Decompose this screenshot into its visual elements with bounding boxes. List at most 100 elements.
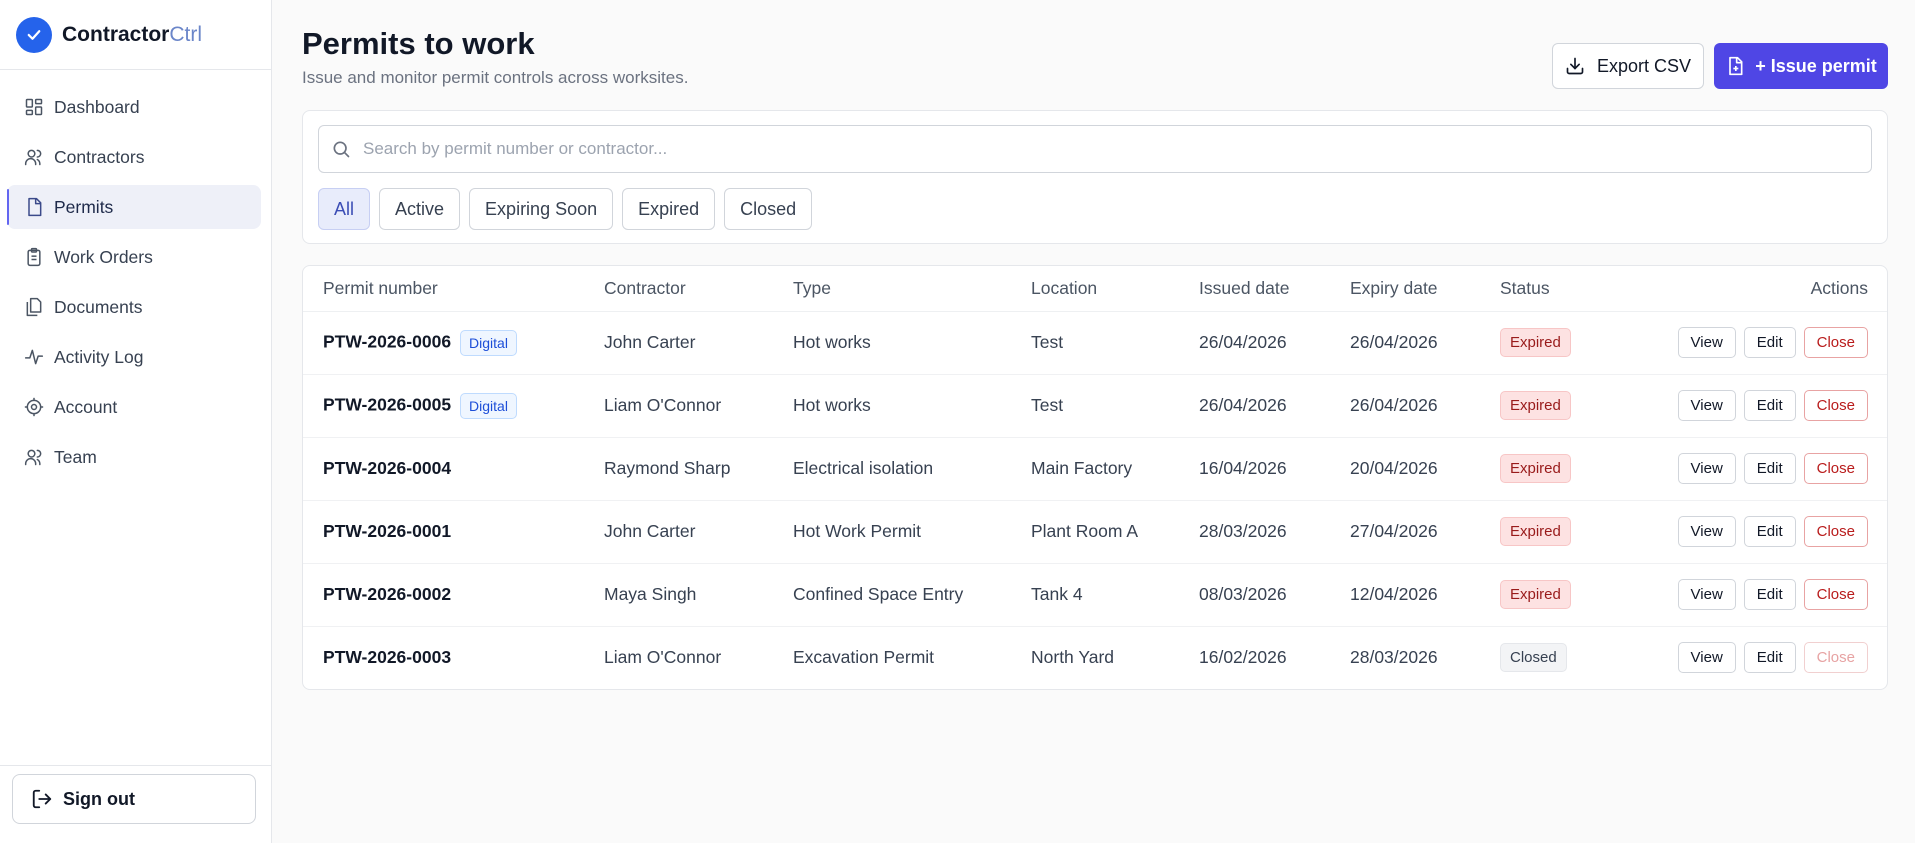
location-cell: Tank 4 <box>1031 563 1199 627</box>
close-permit-button[interactable]: Close <box>1803 453 1868 484</box>
contractor-cell: John Carter <box>604 311 793 375</box>
close-permit-button[interactable]: Close <box>1803 327 1868 358</box>
permit-number-cell: PTW-2026-0005 Digital <box>303 374 604 438</box>
sidebar-item-activity-log[interactable]: Activity Log <box>7 335 261 379</box>
permit-number-cell: PTW-2026-0004 <box>303 437 604 501</box>
column-header-permit-number: Permit number <box>303 266 604 312</box>
edit-button[interactable]: Edit <box>1743 642 1796 674</box>
status-cell: Closed <box>1500 626 1620 689</box>
location-cell: Test <box>1031 374 1199 438</box>
sidebar-item-documents[interactable]: Documents <box>7 285 261 329</box>
expiry-date-cell: 26/04/2026 <box>1350 311 1500 375</box>
clipboard-icon <box>24 247 44 267</box>
filter-active[interactable]: Active <box>379 188 461 230</box>
filter-closed[interactable]: Closed <box>724 188 813 230</box>
sidebar-item-label: Documents <box>54 296 143 317</box>
permits-table: Permit number Contractor Type Location I… <box>303 266 1887 689</box>
brand-name: ContractorCtrl <box>62 23 202 47</box>
edit-button[interactable]: Edit <box>1743 327 1796 358</box>
view-button[interactable]: View <box>1677 453 1736 484</box>
filter-expiring-soon[interactable]: Expiring Soon <box>469 188 614 230</box>
actions-cell: View Edit Close <box>1620 437 1887 501</box>
permits-table-card: Permit number Contractor Type Location I… <box>302 265 1888 690</box>
contractor-cell: Liam O'Connor <box>604 647 722 668</box>
view-button[interactable]: View <box>1677 516 1736 547</box>
contractor-cell: John Carter <box>604 500 793 564</box>
sidebar-item-account[interactable]: Account <box>7 385 261 429</box>
column-header-contractor: Contractor <box>604 266 793 312</box>
actions-cell: View Edit Close <box>1620 500 1887 564</box>
search-box[interactable] <box>318 125 1872 173</box>
permit-number: PTW-2026-0004 <box>323 458 452 478</box>
permit-number-cell: PTW-2026-0003 <box>303 626 604 689</box>
edit-button[interactable]: Edit <box>1743 579 1796 610</box>
sidebar-item-label: Team <box>54 446 97 467</box>
sign-out-label: Sign out <box>63 788 135 809</box>
issue-permit-button[interactable]: + Issue permit <box>1714 43 1888 89</box>
issued-date-cell: 08/03/2026 <box>1199 563 1350 627</box>
sidebar: ContractorCtrl Dashboard Contractors Per… <box>0 0 272 843</box>
table-row[interactable]: PTW-2026-0006 Digital John Carter Hot wor… <box>303 311 1887 375</box>
sidebar-item-label: Contractors <box>54 146 145 167</box>
filter-all[interactable]: All <box>318 188 371 230</box>
permit-number-cell: PTW-2026-0002 <box>303 563 604 627</box>
edit-button[interactable]: Edit <box>1743 390 1796 421</box>
sign-out-button[interactable]: Sign out <box>12 774 256 824</box>
type-cell: Electrical isolation <box>793 437 1031 501</box>
brand-name-suffix: Ctrl <box>169 22 203 46</box>
sidebar-item-work-orders[interactable]: Work Orders <box>7 235 261 279</box>
sidebar-item-team[interactable]: Team <box>7 435 261 479</box>
check-logo-icon <box>16 16 52 53</box>
table-row[interactable]: PTW-2026-0005 Digital Liam O'Connor Hot w… <box>303 374 1887 438</box>
permit-number: PTW-2026-0006 <box>323 331 452 352</box>
view-button[interactable]: View <box>1677 579 1736 610</box>
actions-cell: View Edit Close <box>1620 563 1887 627</box>
activity-icon <box>24 347 44 367</box>
status-cell: Expired <box>1500 311 1620 375</box>
edit-button[interactable]: Edit <box>1743 453 1796 484</box>
filter-expired[interactable]: Expired <box>622 188 716 230</box>
close-permit-button[interactable]: Close <box>1803 579 1868 610</box>
sidebar-footer: Sign out <box>0 765 271 843</box>
table-row[interactable]: PTW-2026-0001 John Carter Hot Work Permi… <box>303 500 1887 564</box>
column-header-actions: Actions <box>1620 266 1887 312</box>
download-icon <box>1566 57 1584 75</box>
view-button[interactable]: View <box>1677 327 1736 358</box>
sidebar-item-contractors[interactable]: Contractors <box>7 135 261 179</box>
table-row[interactable]: PTW-2026-0004 Raymond Sharp Electrical i… <box>303 437 1887 501</box>
filter-card: All Active Expiring Soon Expired Closed <box>302 110 1888 244</box>
column-header-issued-date: Issued date <box>1199 266 1350 312</box>
issue-permit-label: + Issue permit <box>1755 55 1877 76</box>
export-csv-label: Export CSV <box>1596 55 1692 76</box>
permit-number-cell: PTW-2026-0001 <box>303 500 604 564</box>
close-permit-button[interactable]: Close <box>1803 390 1868 421</box>
type-cell: Hot works <box>793 374 1031 438</box>
digital-badge: Digital <box>460 392 517 419</box>
expiry-date-cell: 28/03/2026 <box>1350 647 1438 668</box>
sidebar-item-label: Account <box>54 396 118 417</box>
sidebar-nav: Dashboard Contractors Permits Work Order… <box>0 70 271 479</box>
view-button[interactable]: View <box>1677 390 1736 421</box>
search-icon <box>333 141 350 158</box>
sidebar-item-label: Dashboard <box>54 96 140 117</box>
type-cell: Hot works <box>793 311 1031 375</box>
sidebar-item-permits[interactable]: Permits <box>7 185 261 229</box>
search-input[interactable] <box>363 139 1763 159</box>
location-cell: North Yard <box>1031 647 1115 668</box>
view-button[interactable]: View <box>1677 642 1736 674</box>
status-badge: Expired <box>1500 391 1571 420</box>
brand[interactable]: ContractorCtrl <box>0 0 271 70</box>
close-permit-button[interactable]: Close <box>1803 516 1868 547</box>
sidebar-item-dashboard[interactable]: Dashboard <box>7 85 261 129</box>
table-row[interactable]: PTW-2026-0003 Liam O'Connor Excavation P… <box>303 626 1887 689</box>
permit-number: PTW-2026-0001 <box>323 521 452 541</box>
location-cell: Plant Room A <box>1031 500 1199 564</box>
sign-out-icon <box>32 789 52 809</box>
export-csv-button[interactable]: Export CSV <box>1552 43 1704 89</box>
table-row[interactable]: PTW-2026-0002 Maya Singh Confined Space … <box>303 563 1887 627</box>
status-badge: Expired <box>1500 517 1571 546</box>
edit-button[interactable]: Edit <box>1743 516 1796 547</box>
sidebar-item-label: Work Orders <box>54 246 153 267</box>
status-cell: Expired <box>1500 500 1620 564</box>
permit-number: PTW-2026-0003 <box>323 647 452 668</box>
